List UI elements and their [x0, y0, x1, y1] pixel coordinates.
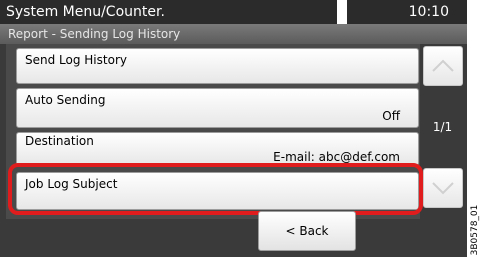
list-item-value: E-mail: abc@def.com	[273, 150, 400, 164]
figure-code-text: 3B0578_01	[469, 204, 480, 256]
clock: 10:10	[347, 0, 467, 24]
page-indicator: 1/1	[432, 120, 453, 134]
system-title: System Menu/Counter.	[0, 0, 337, 24]
list-item-label: Auto Sending	[25, 93, 106, 107]
list-item-label: Send Log History	[25, 53, 127, 67]
figure-code: 3B0578_01	[468, 203, 481, 257]
chevron-up-icon	[432, 59, 454, 72]
scroll-down-button[interactable]	[423, 168, 463, 208]
scroll-controls: 1/1	[420, 44, 465, 219]
list-item-auto-sending[interactable]: Auto Sending Off	[16, 88, 419, 128]
list-item-value: Off	[382, 109, 400, 123]
highlight-box	[8, 163, 423, 215]
list-item-destination[interactable]: Destination E-mail: abc@def.com	[16, 132, 419, 166]
back-button[interactable]: < Back	[258, 211, 356, 251]
list-item-send-log-history[interactable]: Send Log History	[16, 48, 419, 84]
device-screen: System Menu/Counter. 10:10 Report - Send…	[0, 0, 467, 257]
top-bar: System Menu/Counter. 10:10	[0, 0, 467, 24]
scroll-up-button[interactable]	[423, 46, 463, 86]
chevron-down-icon	[432, 182, 454, 195]
breadcrumb: Report - Sending Log History	[0, 24, 467, 44]
list-item-label: Destination	[25, 134, 94, 148]
